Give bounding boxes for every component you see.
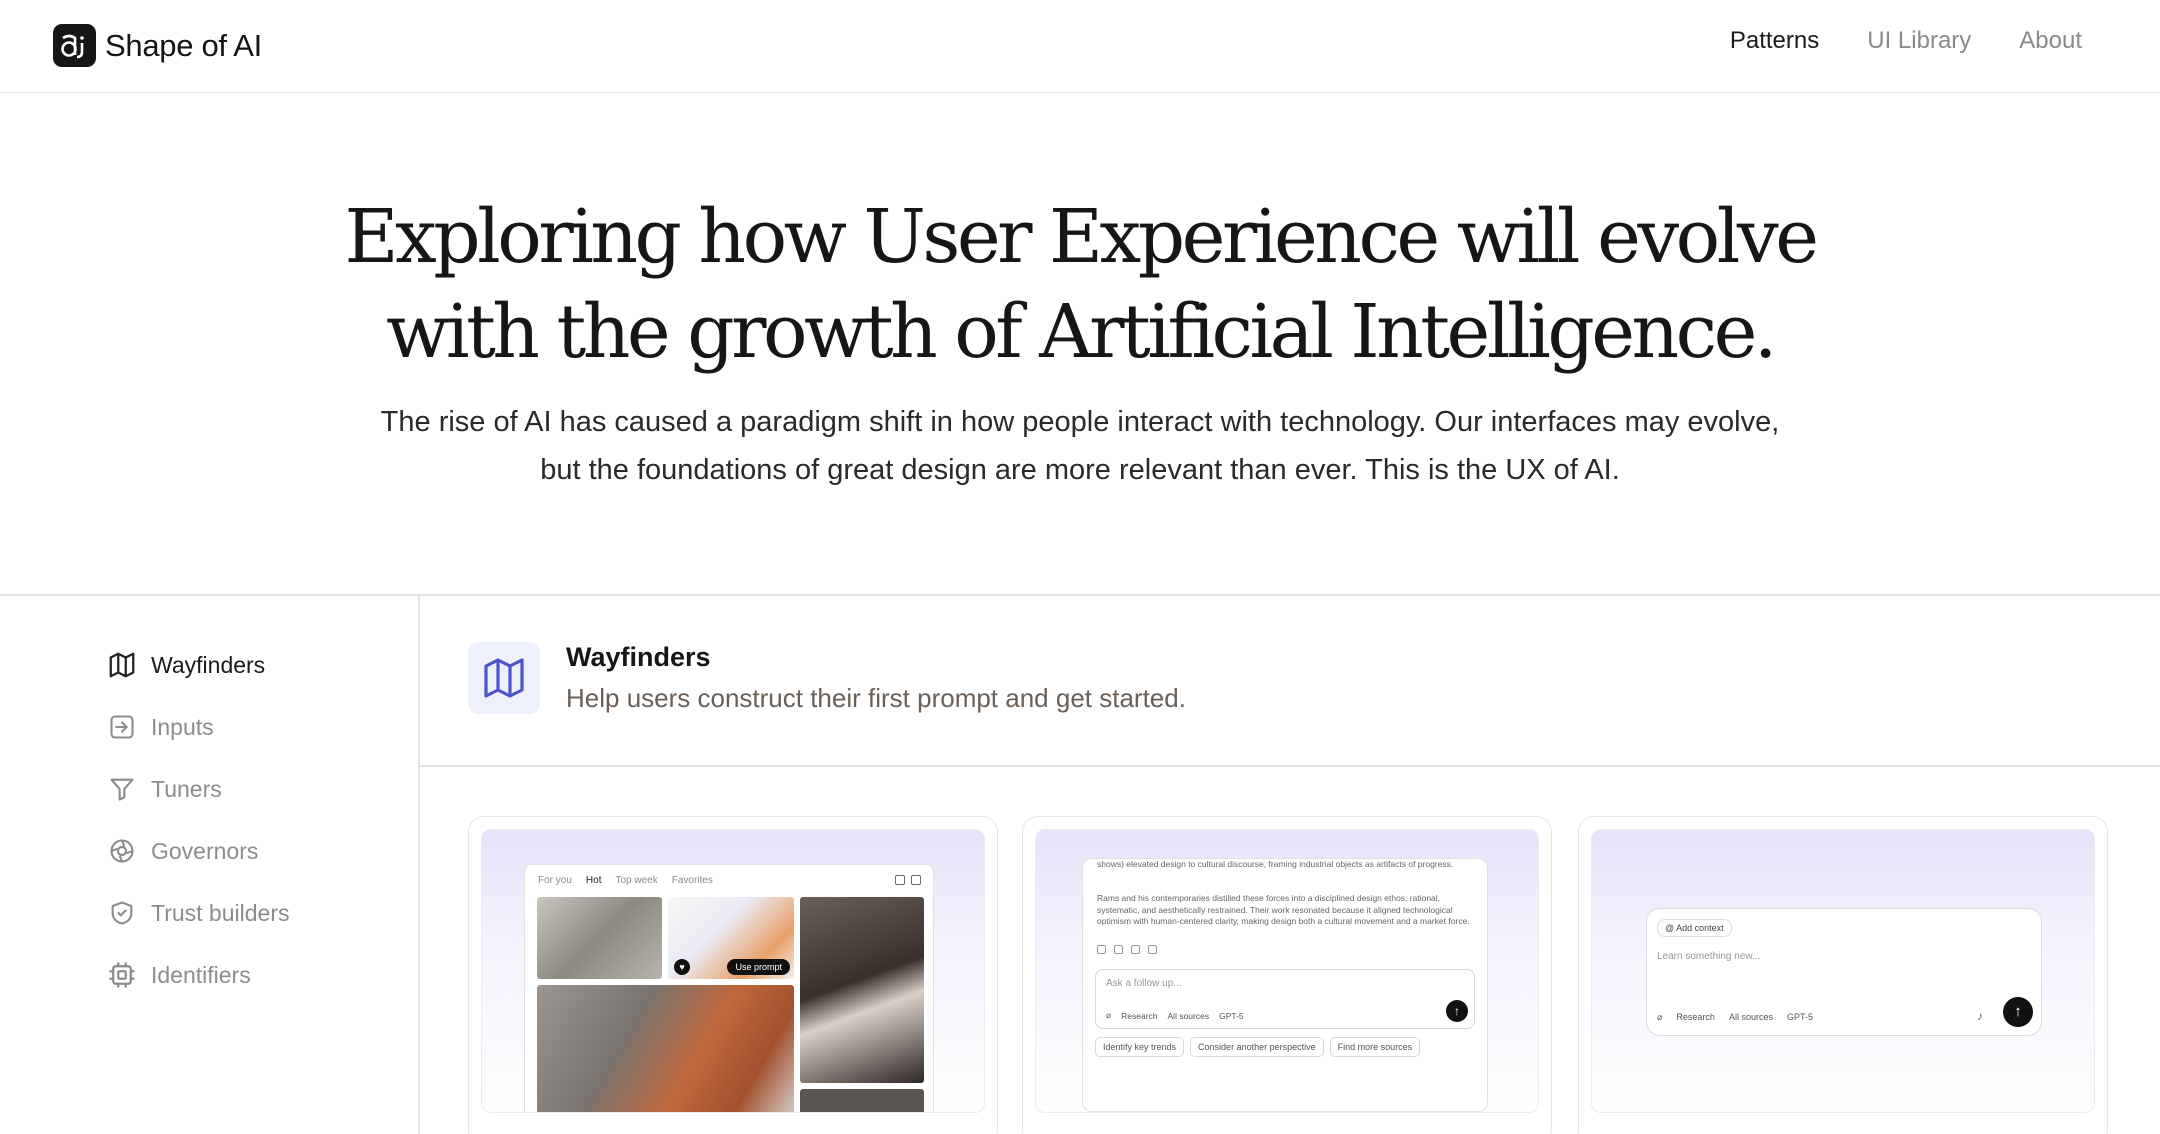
prompt-box-mock: @ Add context Learn something new... ⌀ R…	[1646, 908, 2042, 1036]
sidebar-item-label: Tuners	[151, 775, 222, 802]
main-nav: Patterns UI Library About	[1730, 27, 2082, 55]
input-placeholder[interactable]: Learn something new...	[1657, 951, 1760, 962]
sidebar-item-wayfinders[interactable]: Wayfinders	[106, 634, 289, 696]
suggestion-chips: Identify key trends Consider another per…	[1095, 1037, 1421, 1057]
tab-favorites[interactable]: Favorites	[672, 875, 713, 886]
sidebar-item-label: Identifiers	[151, 961, 251, 988]
gallery-image[interactable]	[800, 897, 924, 1083]
map-icon	[468, 642, 540, 714]
filter-icon	[106, 773, 138, 805]
shield-icon	[106, 897, 138, 929]
chat-response-text: Rams and his contemporaries distilled th…	[1097, 893, 1470, 926]
heart-icon[interactable]: ♥	[674, 959, 690, 975]
copy-icon[interactable]	[1097, 945, 1106, 954]
divider	[0, 594, 2160, 596]
map-icon	[106, 649, 138, 681]
sidebar-item-label: Governors	[151, 837, 259, 864]
paperclip-icon[interactable]: ⌀	[1106, 1010, 1111, 1021]
hero-title-line-2: with the growth of Artificial Intelligen…	[386, 289, 1777, 375]
arrow-in-icon	[106, 711, 138, 743]
card-preview: @ Add context Learn something new... ⌀ R…	[1591, 829, 2095, 1113]
use-prompt-button[interactable]: Use prompt	[727, 959, 790, 975]
hero-title: Exploring how User Experience will evolv…	[0, 190, 2160, 380]
gallery-image[interactable]	[537, 985, 794, 1112]
divider	[419, 765, 2160, 767]
hero-title-line-1: Exploring how User Experience will evolv…	[344, 194, 1820, 280]
add-context-button[interactable]: @ Add context	[1657, 919, 1732, 937]
gallery-image[interactable]	[800, 1089, 924, 1112]
gallery-mock: For you Hot Top week Favorites ♥ Use pro…	[524, 864, 934, 1112]
pattern-sidebar: Wayfinders Inputs Tuners Governors Trust…	[106, 634, 289, 1006]
list-icon[interactable]	[895, 875, 905, 885]
sidebar-divider	[418, 594, 420, 1134]
research-tool[interactable]: Research	[1676, 1012, 1715, 1023]
suggestion-chip[interactable]: Identify key trends	[1095, 1037, 1185, 1057]
refresh-icon[interactable]	[1148, 945, 1157, 954]
thumbs-up-icon[interactable]	[1131, 945, 1140, 954]
suggestion-chip[interactable]: Consider another perspective	[1190, 1037, 1324, 1057]
research-tool[interactable]: Research	[1121, 1011, 1157, 1021]
sidebar-item-trust-builders[interactable]: Trust builders	[106, 882, 289, 944]
card-preview: shows) elevated design to cultural disco…	[1035, 829, 1539, 1113]
model-select[interactable]: GPT-5	[1219, 1011, 1244, 1021]
image-icon[interactable]	[911, 875, 921, 885]
sidebar-item-tuners[interactable]: Tuners	[106, 758, 289, 820]
model-select[interactable]: GPT-5	[1787, 1012, 1813, 1023]
site-header: Shape of AI Patterns UI Library About	[0, 0, 2160, 93]
send-arrow-icon[interactable]: ↑	[2003, 997, 2033, 1027]
gallery-image[interactable]: ♥ Use prompt	[668, 897, 794, 979]
gallery-image[interactable]	[537, 897, 662, 979]
paperclip-icon[interactable]: ⌀	[1657, 1012, 1662, 1023]
sidebar-item-label: Inputs	[151, 713, 214, 740]
pattern-card[interactable]: shows) elevated design to cultural disco…	[1022, 816, 1552, 1134]
sidebar-item-governors[interactable]: Governors	[106, 820, 289, 882]
nav-about[interactable]: About	[2019, 27, 2082, 55]
tab-for-you[interactable]: For you	[538, 875, 572, 886]
logo[interactable]: Shape of AI	[53, 24, 262, 67]
thumbs-down-icon[interactable]	[1114, 945, 1123, 954]
microphone-icon[interactable]: ♪	[1977, 1009, 1983, 1023]
card-preview: For you Hot Top week Favorites ♥ Use pro…	[481, 829, 985, 1113]
pattern-card[interactable]: @ Add context Learn something new... ⌀ R…	[1578, 816, 2108, 1134]
section-description: Help users construct their first prompt …	[566, 683, 1186, 713]
nav-ui-library[interactable]: UI Library	[1867, 27, 1971, 55]
tab-hot[interactable]: Hot	[586, 875, 602, 886]
sidebar-item-label: Trust builders	[151, 899, 290, 926]
sources-dropdown[interactable]: All sources	[1168, 1011, 1210, 1021]
sidebar-item-identifiers[interactable]: Identifiers	[106, 944, 289, 1006]
section-header: Wayfinders Help users construct their fi…	[468, 642, 1186, 714]
section-title: Wayfinders	[566, 642, 711, 672]
sidebar-item-inputs[interactable]: Inputs	[106, 696, 289, 758]
gallery-tabs: For you Hot Top week Favorites	[538, 875, 713, 886]
pattern-card[interactable]: For you Hot Top week Favorites ♥ Use pro…	[468, 816, 998, 1134]
logo-mark-icon	[53, 24, 96, 67]
chat-response-text: shows) elevated design to cultural disco…	[1097, 859, 1454, 869]
sources-dropdown[interactable]: All sources	[1729, 1012, 1773, 1023]
input-placeholder: Ask a follow up...	[1106, 978, 1182, 989]
view-toggle	[895, 875, 921, 885]
chat-mock: shows) elevated design to cultural disco…	[1082, 858, 1488, 1112]
hero-subtitle: The rise of AI has caused a paradigm shi…	[380, 406, 1780, 486]
suggestion-chip[interactable]: Find more sources	[1329, 1037, 1421, 1057]
aperture-icon	[106, 835, 138, 867]
sidebar-item-label: Wayfinders	[151, 651, 266, 678]
response-actions	[1097, 945, 1157, 954]
tab-top-week[interactable]: Top week	[615, 875, 657, 886]
nav-patterns[interactable]: Patterns	[1730, 27, 1819, 55]
logo-text: Shape of AI	[105, 27, 262, 63]
input-toolbar: ⌀ Research All sources GPT-5	[1106, 1010, 1244, 1021]
chip-icon	[106, 959, 138, 991]
follow-up-input[interactable]: Ask a follow up... ⌀ Research All source…	[1095, 969, 1475, 1029]
input-toolbar: ⌀ Research All sources GPT-5	[1657, 1012, 1813, 1023]
send-arrow-icon[interactable]: ↑	[1446, 1000, 1468, 1022]
